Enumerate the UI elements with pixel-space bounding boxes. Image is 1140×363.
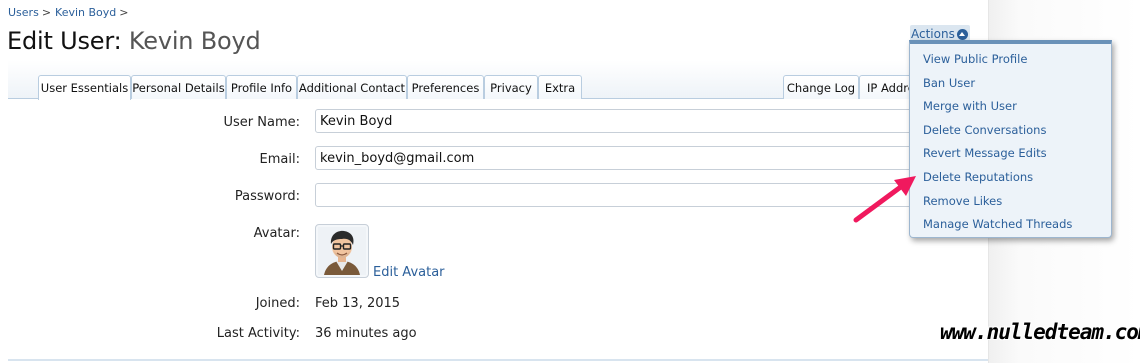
annotation-arrow-icon	[853, 176, 916, 223]
avatar-image	[318, 227, 366, 275]
tab-profile-info[interactable]: Profile Info	[226, 75, 297, 99]
joined-label: Joined:	[255, 296, 300, 311]
avatar-label: Avatar:	[253, 226, 300, 241]
tab-additional-contact[interactable]: Additional Contact	[297, 75, 407, 99]
page-title-subject: Kevin Boyd	[128, 27, 261, 55]
last-activity-value: 36 minutes ago	[315, 326, 417, 341]
menu-item-revert-message-edits[interactable]: Revert Message Edits	[923, 146, 1047, 160]
username-field[interactable]	[315, 109, 915, 133]
chevron-up-icon	[956, 28, 968, 40]
edit-avatar-link[interactable]: Edit Avatar	[373, 265, 445, 280]
password-label: Password:	[234, 189, 300, 204]
page-title: Edit User: Kevin Boyd	[7, 27, 261, 55]
breadcrumb-separator: >	[119, 6, 129, 19]
breadcrumb-link-users[interactable]: Users	[8, 6, 39, 19]
tab-extra[interactable]: Extra	[538, 75, 582, 99]
menu-item-ban-user[interactable]: Ban User	[923, 76, 975, 90]
menu-item-delete-conversations[interactable]: Delete Conversations	[923, 123, 1046, 137]
actions-label: Actions	[911, 27, 955, 41]
breadcrumb: Users > Kevin Boyd >	[8, 6, 133, 19]
breadcrumb-separator: >	[41, 6, 52, 19]
watermark: www.nulledteam.com	[940, 320, 1140, 344]
menu-item-merge-with-user[interactable]: Merge with User	[923, 99, 1017, 113]
tab-change-log[interactable]: Change Log	[783, 75, 859, 99]
joined-value: Feb 13, 2015	[315, 296, 401, 311]
breadcrumb-link-user[interactable]: Kevin Boyd	[55, 6, 116, 19]
username-label: User Name:	[223, 115, 301, 130]
actions-menu: View Public Profile Ban User Merge with …	[909, 40, 1112, 238]
email-field[interactable]	[315, 146, 915, 170]
email-label: Email:	[259, 152, 300, 167]
avatar[interactable]	[315, 224, 369, 278]
tab-personal-details[interactable]: Personal Details	[131, 75, 226, 99]
last-activity-label: Last Activity:	[216, 326, 300, 341]
password-field[interactable]	[315, 183, 915, 207]
tab-user-essentials[interactable]: User Essentials	[38, 75, 131, 100]
page-title-prefix: Edit User:	[7, 27, 122, 55]
menu-item-view-public-profile[interactable]: View Public Profile	[923, 52, 1027, 66]
tab-privacy[interactable]: Privacy	[484, 75, 538, 99]
tab-preferences[interactable]: Preferences	[407, 75, 484, 99]
divider	[8, 359, 988, 361]
menu-item-delete-reputations[interactable]: Delete Reputations	[923, 170, 1033, 184]
menu-item-manage-watched-threads[interactable]: Manage Watched Threads	[923, 217, 1072, 231]
menu-item-remove-likes[interactable]: Remove Likes	[923, 194, 1002, 208]
